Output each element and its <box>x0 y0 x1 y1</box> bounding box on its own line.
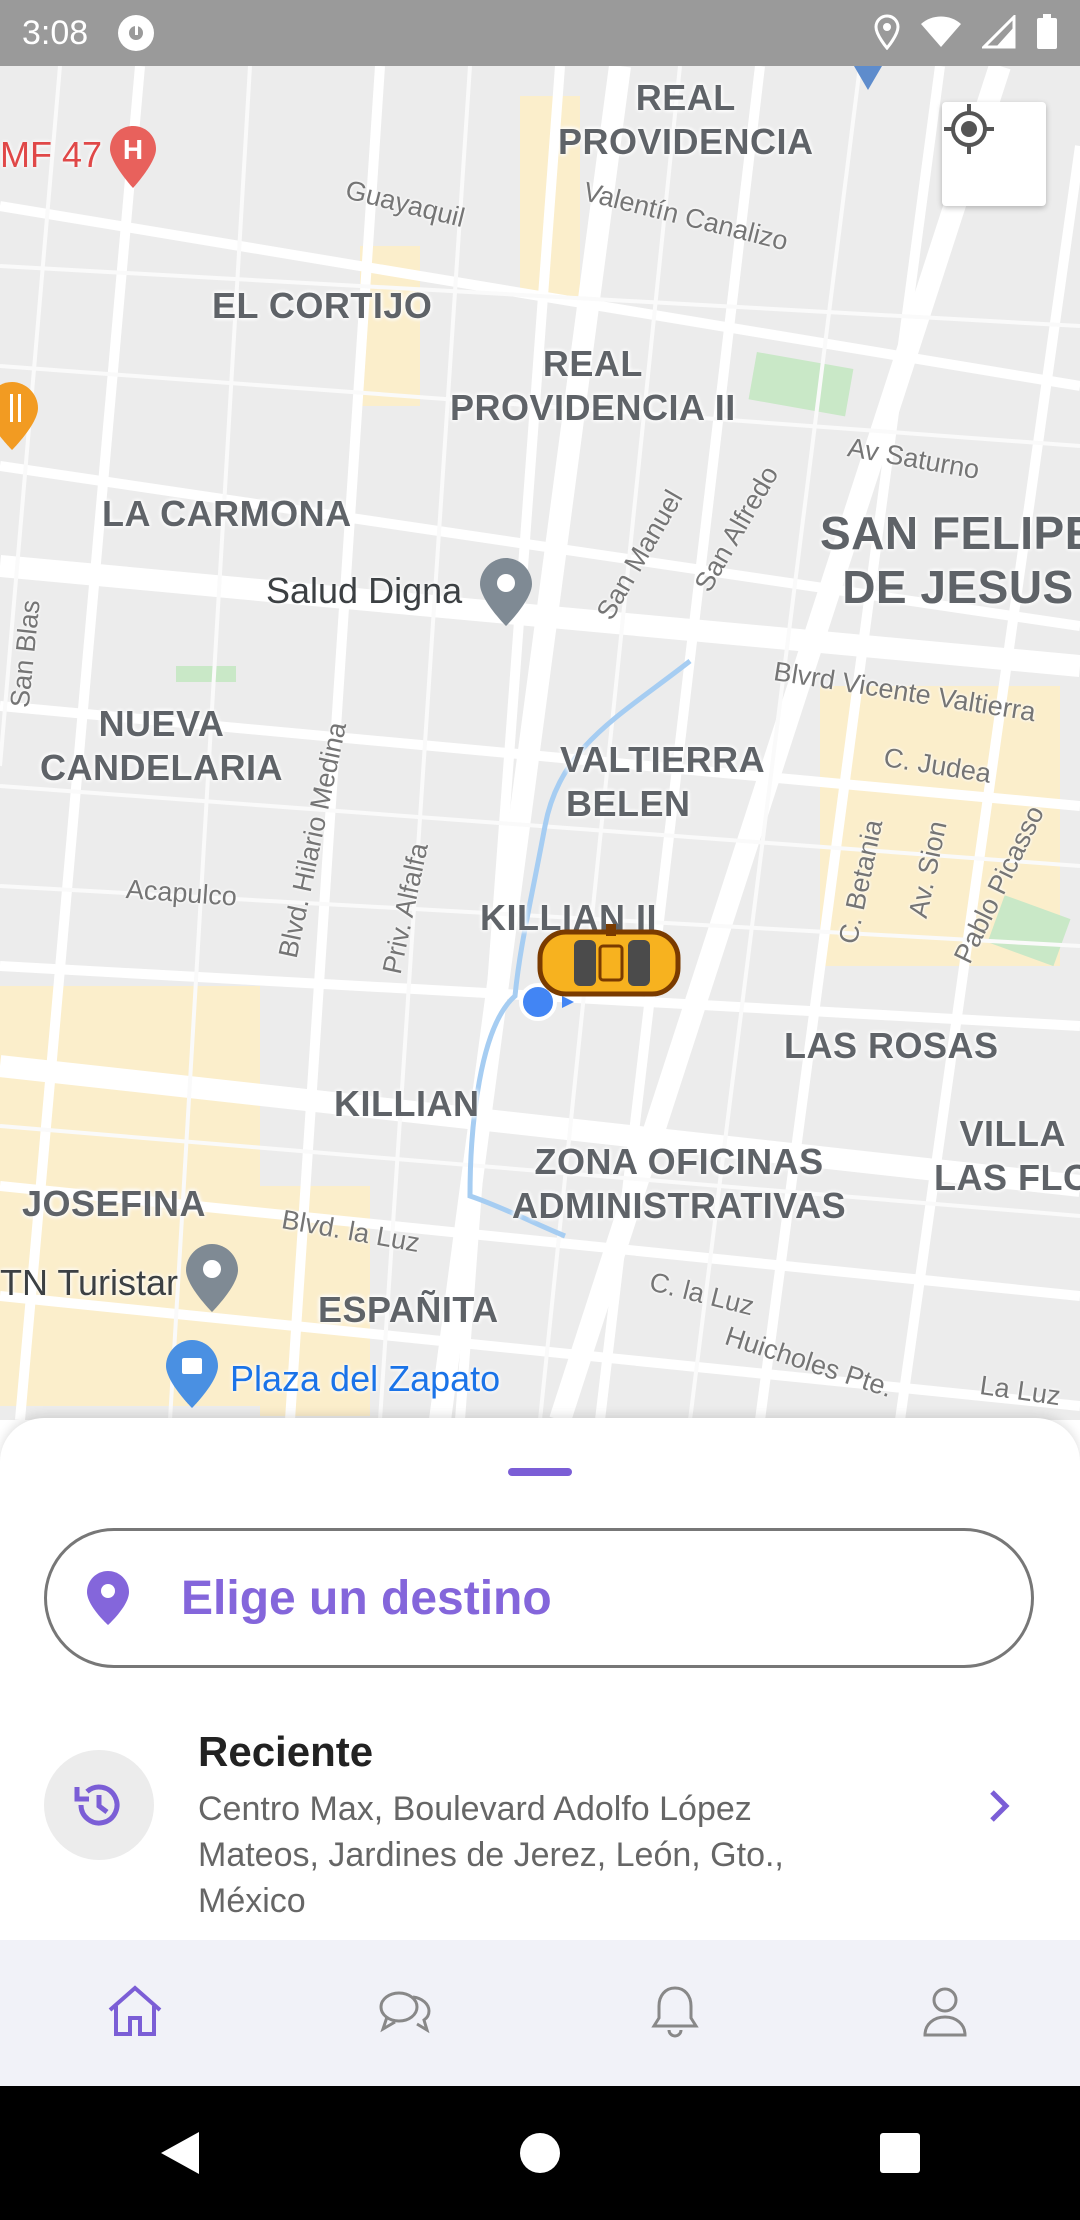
home-icon <box>106 1984 164 2043</box>
poi-plaza-zapato-label[interactable]: Plaza del Zapato <box>230 1358 500 1400</box>
poi-salud-digna-label[interactable]: Salud Digna <box>266 570 462 612</box>
tab-profile[interactable] <box>885 1953 1005 2073</box>
bottom-sheet: Elige un destino Reciente Centro Max, Bo… <box>0 1418 1080 1940</box>
recent-destination-item[interactable]: Reciente Centro Max, Boulevard Adolfo Ló… <box>44 1728 1044 1928</box>
label-real-providencia: REAL PROVIDENCIA <box>558 77 814 162</box>
sheet-handle[interactable] <box>508 1468 572 1476</box>
map-view[interactable]: REAL PROVIDENCIA EL CORTIJO REAL PROVIDE… <box>0 66 1080 1420</box>
history-icon <box>44 1750 154 1860</box>
tab-home[interactable] <box>75 1953 195 2073</box>
label-la-carmona: LA CARMONA <box>102 493 352 534</box>
label-espanita: ESPAÑITA <box>318 1289 499 1330</box>
app-notification-icon <box>118 15 155 51</box>
poi-hospital-label[interactable]: MF 47 <box>0 134 102 176</box>
label-el-cortijo: EL CORTIJO <box>212 285 433 326</box>
destination-input[interactable]: Elige un destino <box>44 1528 1034 1668</box>
label-valtierra: VALTIERRA <box>560 739 766 780</box>
location-icon <box>874 14 900 55</box>
label-belen: BELEN <box>566 783 691 824</box>
tab-chat[interactable] <box>345 1953 465 2073</box>
system-nav-bar <box>0 2086 1080 2220</box>
recent-address: Centro Max, Boulevard Adolfo López Mateo… <box>198 1790 784 1920</box>
bottom-nav <box>0 1940 1080 2086</box>
label-zona-oficinas: ZONA OFICINAS ADMINISTRATIVAS <box>512 1141 847 1226</box>
label-las-rosas: LAS ROSAS <box>784 1025 999 1066</box>
svg-text:H: H <box>123 134 143 165</box>
bell-icon <box>651 1984 699 2043</box>
label-real-providencia-ii: REAL PROVIDENCIA II <box>450 343 736 428</box>
label-san-felipe: SAN FELIPE DE JESUS <box>820 507 1080 613</box>
wifi-icon <box>920 15 962 54</box>
profile-icon <box>921 1985 969 2042</box>
poi-turistar-label[interactable]: TN Turistar <box>0 1262 178 1304</box>
location-pin-icon <box>85 1568 135 1628</box>
battery-icon <box>1036 14 1058 55</box>
signal-icon <box>980 13 1016 54</box>
label-villa-las-flores: VILLA LAS FLO <box>934 1113 1080 1198</box>
recents-button[interactable] <box>860 2113 940 2193</box>
home-button[interactable] <box>500 2113 580 2193</box>
status-bar: 3:08 <box>0 0 1080 66</box>
recent-title: Reciente <box>198 1728 374 1775</box>
my-location-button[interactable] <box>942 102 1046 206</box>
chevron-right-icon[interactable] <box>984 1786 1014 1826</box>
label-nueva-candelaria: NUEVA CANDELARIA <box>40 703 283 788</box>
chat-icon <box>377 1987 433 2040</box>
tab-notifications[interactable] <box>615 1953 735 2073</box>
status-time: 3:08 <box>22 13 89 52</box>
destination-placeholder: Elige un destino <box>181 1571 552 1625</box>
label-killian: KILLIAN <box>334 1083 480 1124</box>
label-josefina: JOSEFINA <box>22 1183 207 1224</box>
back-button[interactable] <box>140 2113 220 2193</box>
